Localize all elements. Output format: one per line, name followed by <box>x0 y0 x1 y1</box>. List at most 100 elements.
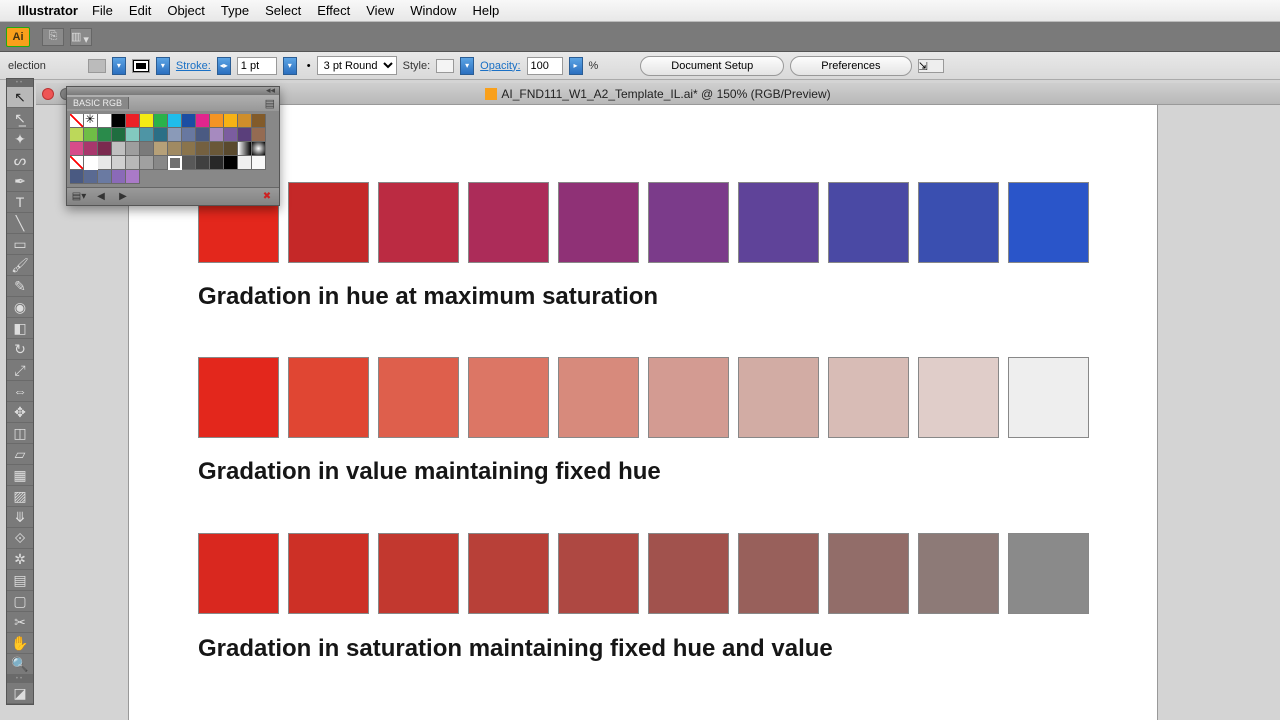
swatch[interactable] <box>98 170 112 184</box>
color-square[interactable] <box>1008 182 1089 263</box>
color-square[interactable] <box>1008 533 1089 614</box>
menu-view[interactable]: View <box>366 3 394 18</box>
color-square[interactable] <box>828 182 909 263</box>
swatch[interactable] <box>126 156 140 170</box>
prev-swatch-button[interactable]: ◀ <box>93 190 109 204</box>
swatch[interactable] <box>196 156 210 170</box>
swatch[interactable] <box>168 142 182 156</box>
artboard-tool[interactable]: ▢ <box>7 591 33 612</box>
swatch[interactable] <box>210 156 224 170</box>
swatch[interactable] <box>238 128 252 142</box>
color-square[interactable] <box>468 357 549 438</box>
symbol-sprayer-tool[interactable]: ✲ <box>7 549 33 570</box>
swatch[interactable] <box>210 114 224 128</box>
swatch[interactable] <box>84 128 98 142</box>
stroke-stepper[interactable]: ◂▸ <box>217 57 231 75</box>
swatch[interactable] <box>70 156 84 170</box>
swatch[interactable] <box>98 142 112 156</box>
swatch[interactable] <box>238 142 252 156</box>
color-square[interactable] <box>288 357 369 438</box>
rectangle-tool[interactable]: ▭ <box>7 234 33 255</box>
swatch[interactable] <box>238 156 252 170</box>
swatch[interactable] <box>98 128 112 142</box>
stroke-swatch[interactable] <box>132 59 150 73</box>
color-square[interactable] <box>378 533 459 614</box>
swatch[interactable] <box>112 114 126 128</box>
style-dropdown[interactable]: ▾ <box>460 57 474 75</box>
type-tool[interactable]: T <box>7 192 33 213</box>
arrange-button[interactable]: ▥▾ <box>70 28 92 46</box>
swatch[interactable] <box>112 142 126 156</box>
rotate-tool[interactable]: ↻ <box>7 339 33 360</box>
eyedropper-tool[interactable]: ⤋ <box>7 507 33 528</box>
stroke-label[interactable]: Stroke: <box>176 60 211 72</box>
fill-stroke-toggle[interactable]: ◪ <box>7 683 33 704</box>
tools-grip[interactable] <box>7 79 33 87</box>
color-square[interactable] <box>198 533 279 614</box>
selection-tool[interactable]: ↖ <box>7 87 33 108</box>
swatch[interactable] <box>126 170 140 184</box>
swatch[interactable] <box>112 170 126 184</box>
color-square[interactable] <box>918 357 999 438</box>
graph-tool[interactable]: ▤ <box>7 570 33 591</box>
fill-swatch[interactable] <box>88 59 106 73</box>
color-square[interactable] <box>558 357 639 438</box>
brush-select[interactable]: 3 pt Round <box>317 56 397 75</box>
color-square[interactable] <box>918 533 999 614</box>
swatch[interactable] <box>224 114 238 128</box>
menu-window[interactable]: Window <box>410 3 456 18</box>
color-square[interactable] <box>558 533 639 614</box>
menu-type[interactable]: Type <box>221 3 249 18</box>
swatch[interactable] <box>224 142 238 156</box>
menu-help[interactable]: Help <box>472 3 499 18</box>
color-square[interactable] <box>828 357 909 438</box>
color-square[interactable] <box>648 533 729 614</box>
magic-wand-tool[interactable]: ✦ <box>7 129 33 150</box>
swatch[interactable] <box>98 156 112 170</box>
swatch[interactable] <box>224 156 238 170</box>
style-swatch[interactable] <box>436 59 454 73</box>
bridge-button[interactable]: ⎘ <box>42 28 64 46</box>
swatch[interactable] <box>70 142 84 156</box>
slice-tool[interactable]: ✂ <box>7 612 33 633</box>
swatch[interactable] <box>112 156 126 170</box>
color-square[interactable] <box>468 533 549 614</box>
swatch[interactable] <box>126 114 140 128</box>
swatch[interactable] <box>182 142 196 156</box>
illustrator-logo[interactable]: Ai <box>6 27 30 47</box>
color-square[interactable] <box>1008 357 1089 438</box>
color-square[interactable] <box>648 182 729 263</box>
swatch[interactable] <box>196 128 210 142</box>
color-square[interactable] <box>198 357 279 438</box>
swatch[interactable] <box>168 128 182 142</box>
swatch[interactable] <box>252 156 266 170</box>
stroke-weight-dropdown[interactable]: ▾ <box>283 57 297 75</box>
stroke-dropdown[interactable]: ▾ <box>156 57 170 75</box>
swatch[interactable] <box>196 142 210 156</box>
blob-brush-tool[interactable]: ◉ <box>7 297 33 318</box>
swatch[interactable] <box>210 128 224 142</box>
swatches-panel[interactable]: BASIC RGB ▤ ▤▾ ◀ ▶ ✖ <box>66 86 280 206</box>
color-square[interactable] <box>738 182 819 263</box>
swatch[interactable] <box>154 114 168 128</box>
direct-selection-tool[interactable]: ↖̲ <box>7 108 33 129</box>
document-setup-button[interactable]: Document Setup <box>640 56 784 76</box>
color-square[interactable] <box>288 182 369 263</box>
panel-menu-icon[interactable]: ▤ <box>265 97 275 110</box>
swatch[interactable] <box>168 114 182 128</box>
swatch[interactable] <box>182 156 196 170</box>
swatch[interactable] <box>98 114 112 128</box>
width-tool[interactable]: ⇔ <box>7 381 33 402</box>
delete-swatch-button[interactable]: ✖ <box>259 190 275 204</box>
swatch[interactable] <box>154 156 168 170</box>
opacity-label[interactable]: Opacity: <box>480 60 520 72</box>
lasso-tool[interactable]: ᔕ <box>7 150 33 171</box>
swatch[interactable] <box>252 128 266 142</box>
swatch[interactable] <box>182 128 196 142</box>
swatch[interactable] <box>238 114 252 128</box>
swatch[interactable] <box>140 114 154 128</box>
stroke-weight-input[interactable] <box>237 57 277 75</box>
opacity-dropdown[interactable]: ▸ <box>569 57 583 75</box>
color-square[interactable] <box>468 182 549 263</box>
swatch[interactable] <box>70 128 84 142</box>
